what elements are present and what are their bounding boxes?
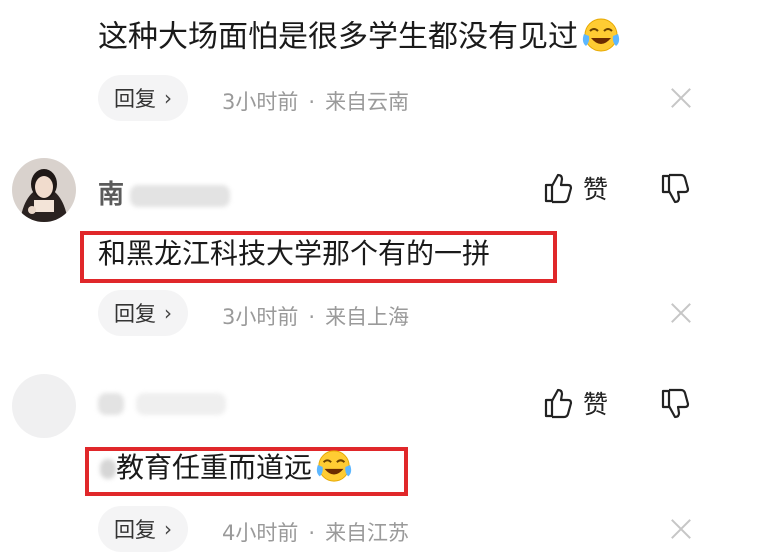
reply-label: 回复 xyxy=(114,302,156,326)
like-label: 赞 xyxy=(583,175,609,204)
comment-meta: 3小时前 · 来自云南 xyxy=(222,86,409,116)
text-blur xyxy=(100,459,116,479)
comment-meta: 4小时前 · 来自江苏 xyxy=(222,517,409,547)
username-blur xyxy=(136,392,226,415)
comment-content: 教育任重而道远 xyxy=(100,450,354,484)
close-icon[interactable] xyxy=(670,518,692,540)
reply-button[interactable]: 回复 › xyxy=(98,290,188,336)
comment-time: 3小时前 xyxy=(222,305,299,329)
thumbs-down-icon[interactable] xyxy=(660,388,690,420)
username-blur xyxy=(98,392,124,415)
meta-separator: · xyxy=(308,90,316,114)
comment-content: 和黑龙江科技大学那个有的一拼 xyxy=(98,240,490,268)
meta-separator: · xyxy=(308,521,316,545)
username-text: 南 xyxy=(98,180,125,210)
comment-location: 来自上海 xyxy=(325,305,410,329)
chevron-right-icon: › xyxy=(164,86,172,110)
thumbs-down-icon[interactable] xyxy=(660,173,690,205)
avatar-image xyxy=(12,158,76,222)
chevron-right-icon: › xyxy=(164,301,172,325)
comment-location: 来自云南 xyxy=(325,90,410,114)
comment-text: 教育任重而道远 xyxy=(116,451,313,484)
comment-time: 4小时前 xyxy=(222,521,299,545)
reply-label: 回复 xyxy=(114,87,156,111)
chevron-right-icon: › xyxy=(164,517,172,541)
like-button[interactable]: 赞 xyxy=(543,170,608,206)
reply-label: 回复 xyxy=(114,518,156,542)
comment-meta: 3小时前 · 来自上海 xyxy=(222,301,409,331)
comment-text: 和黑龙江科技大学那个有的一拼 xyxy=(98,237,491,270)
close-icon[interactable] xyxy=(670,302,692,324)
username[interactable]: 南 xyxy=(98,174,231,211)
username-blur xyxy=(130,184,231,207)
reply-button[interactable]: 回复 › xyxy=(98,75,188,121)
comment-location: 来自江苏 xyxy=(325,521,410,545)
avatar[interactable] xyxy=(12,374,76,438)
laughing-crying-emoji xyxy=(316,450,352,482)
meta-separator: · xyxy=(308,305,316,329)
laughing-crying-emoji xyxy=(582,18,620,52)
close-icon[interactable] xyxy=(670,87,692,109)
avatar[interactable] xyxy=(12,158,76,222)
reply-button[interactable]: 回复 › xyxy=(98,506,188,552)
comment-time: 3小时前 xyxy=(222,90,299,114)
like-label: 赞 xyxy=(583,390,609,419)
thumbs-up-icon xyxy=(544,388,573,419)
username[interactable] xyxy=(98,388,226,418)
thumbs-up-icon xyxy=(544,173,573,204)
comment-content: 这种大场面怕是很多学生都没有见过 xyxy=(98,18,622,55)
comment-text: 这种大场面怕是很多学生都没有见过 xyxy=(98,19,578,55)
like-button[interactable]: 赞 xyxy=(543,385,608,421)
